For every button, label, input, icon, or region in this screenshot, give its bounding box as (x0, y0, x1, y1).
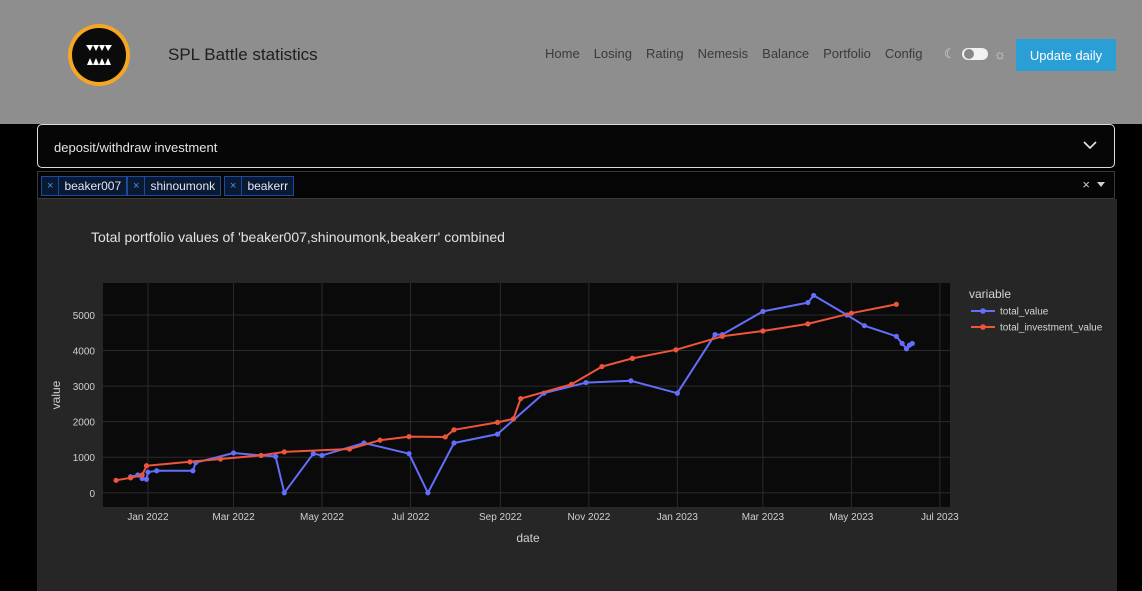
y-tick-label: 3000 (73, 382, 96, 393)
data-point-total_investment_value (719, 333, 725, 339)
data-point-total_value (272, 453, 279, 460)
x-axis-label: date (516, 531, 540, 545)
x-tick-label: Jan 2022 (127, 512, 169, 523)
data-point-total_investment_value (848, 310, 854, 316)
data-point-total_investment_value (217, 456, 224, 462)
data-point-total_investment_value (893, 301, 899, 307)
data-point-total_value (760, 308, 766, 315)
y-tick-label: 0 (89, 489, 95, 500)
x-tick-label: Jan 2023 (657, 512, 699, 523)
data-point-total_value (805, 299, 811, 306)
data-point-total_value (451, 440, 457, 446)
data-point-total_investment_value (139, 472, 145, 478)
data-point-total_value (281, 490, 287, 496)
data-point-total_value (230, 450, 237, 456)
data-point-total_value (310, 451, 316, 457)
data-point-total_investment_value (510, 416, 517, 422)
legend[interactable]: total_value total_investment_value (971, 307, 1103, 334)
data-point-total_investment_value (281, 449, 287, 455)
x-tick-label: Mar 2022 (212, 512, 255, 523)
portfolio-chart[interactable]: 0 1000 2000 3000 4000 5000 Jan 2022 Mar 2022 Ma… (0, 0, 1142, 591)
data-point-total_value (143, 476, 150, 482)
data-point-total_value (899, 340, 905, 347)
data-point-total_value (425, 490, 431, 496)
data-point-total_investment_value (599, 363, 605, 370)
x-tick-label: Sep 2022 (479, 512, 522, 523)
data-point-total_investment_value (760, 328, 766, 334)
data-point-total_value (674, 390, 680, 396)
data-point-total_investment_value (187, 459, 193, 465)
x-tick-labels: Jan 2022 Mar 2022 May 2022 Jul 2022 Sep 2022… (127, 512, 959, 523)
y-tick-label: 4000 (73, 347, 96, 358)
data-point-total_investment_value (451, 427, 457, 433)
legend-item: total_value (1000, 307, 1049, 318)
data-point-total_investment_value (673, 347, 679, 353)
plot-area (103, 283, 950, 507)
data-point-total_investment_value (113, 477, 119, 483)
data-point-total_investment_value (805, 321, 811, 327)
legend-marker (980, 308, 986, 314)
data-point-total_investment_value (258, 452, 264, 459)
data-point-total_investment_value (518, 395, 524, 402)
data-point-total_value (628, 378, 634, 384)
data-point-total_value (909, 340, 915, 347)
data-point-total_investment_value (568, 381, 575, 387)
data-point-total_investment_value (494, 419, 501, 425)
y-tick-label: 5000 (73, 311, 96, 322)
data-point-total_value (712, 331, 718, 338)
data-point-total_value (583, 379, 589, 386)
y-tick-labels: 0 1000 2000 3000 4000 5000 (73, 311, 96, 500)
data-point-total_investment_value (629, 355, 635, 361)
x-tick-label: Jul 2023 (921, 512, 959, 523)
data-point-total_investment_value (143, 463, 150, 469)
y-tick-label: 2000 (73, 418, 96, 429)
y-tick-label: 1000 (73, 453, 96, 464)
data-point-total_value (190, 468, 196, 474)
data-point-total_investment_value (442, 434, 448, 440)
legend-title: variable (969, 287, 1011, 301)
data-point-total_value (406, 451, 412, 457)
legend-item: total_investment_value (1000, 323, 1103, 334)
y-axis-label: value (49, 380, 63, 409)
data-point-total_value (494, 431, 501, 437)
x-tick-label: Nov 2022 (567, 512, 610, 523)
data-point-total_value (811, 292, 817, 299)
data-point-total_value (145, 469, 151, 475)
data-point-total_value (893, 333, 899, 339)
data-point-total_value (861, 323, 868, 329)
data-point-total_value (319, 452, 325, 459)
x-tick-label: May 2022 (300, 512, 344, 523)
data-point-total_investment_value (377, 437, 383, 443)
x-tick-label: Mar 2023 (742, 512, 785, 523)
data-point-total_investment_value (406, 434, 412, 440)
x-tick-label: Jul 2022 (392, 512, 430, 523)
data-point-total_value (154, 468, 160, 474)
data-point-total_investment_value (127, 475, 134, 481)
legend-marker (980, 324, 986, 330)
x-tick-label: May 2023 (829, 512, 873, 523)
data-point-total_investment_value (346, 446, 353, 452)
